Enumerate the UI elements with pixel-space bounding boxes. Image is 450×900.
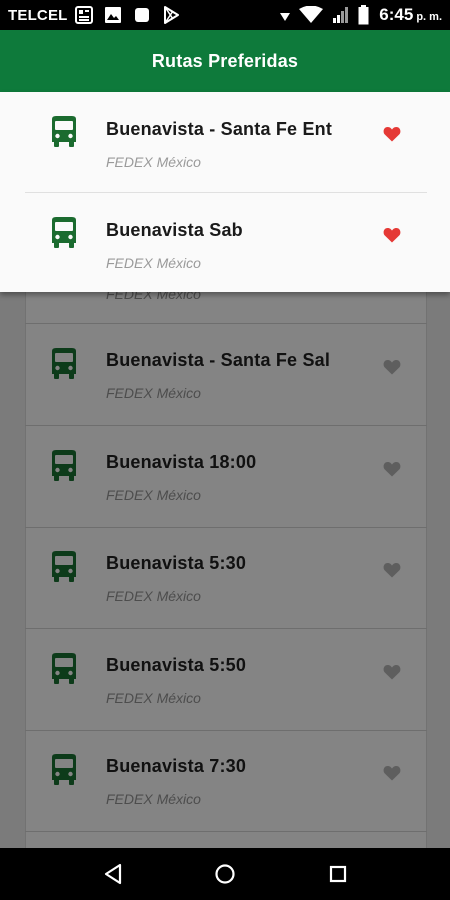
recents-icon[interactable] — [326, 862, 350, 886]
signal-icon — [331, 5, 351, 25]
favorite-route-item[interactable]: Buenavista Sab FEDEX México — [25, 193, 427, 294]
status-bar: TELCEL 6:45 p. m. — [0, 0, 450, 30]
bus-icon — [49, 652, 79, 691]
square-icon — [132, 5, 152, 25]
wifi-icon — [299, 5, 324, 25]
favorite-heart-icon[interactable] — [383, 765, 401, 786]
bus-icon — [49, 216, 79, 255]
favorite-heart-icon[interactable] — [383, 227, 401, 248]
route-title: Buenavista 5:30 — [106, 553, 247, 573]
route-company: FEDEX México — [106, 689, 201, 706]
favorite-heart-icon[interactable] — [383, 664, 401, 685]
bus-icon — [49, 449, 79, 488]
favorite-heart-icon[interactable] — [383, 562, 401, 583]
route-title: Buenavista - Santa Fe Sal — [106, 350, 331, 370]
bus-icon — [49, 115, 79, 154]
favorite-heart-icon[interactable] — [383, 461, 401, 482]
bus-icon — [49, 550, 79, 589]
route-title: Buenavista 18:00 — [106, 451, 257, 472]
dialog-title: Rutas Preferidas — [151, 50, 299, 71]
route-company: FEDEX México — [106, 154, 201, 170]
route-title: Buenavista 7:30 — [106, 756, 247, 776]
system-nav-bar — [0, 848, 450, 900]
image-icon — [103, 5, 123, 25]
route-title: Buenavista 5:50 — [106, 654, 247, 675]
bus-icon — [49, 347, 79, 386]
carrier-label: TELCEL — [8, 6, 68, 24]
route-company: FEDEX México — [106, 385, 201, 401]
route-title: Buenavista - Santa Fe Ent — [106, 119, 333, 139]
route-company: FEDEX México — [106, 791, 201, 807]
favorite-heart-icon[interactable] — [383, 359, 401, 380]
route-company: FEDEX México — [106, 486, 201, 503]
status-right-group: 6:45 p. m. — [275, 5, 442, 25]
play-store-icon — [161, 5, 181, 25]
route-list-item[interactable]: Buenavista - Santa Fe Sal FEDEX México — [25, 325, 427, 426]
route-title: Buenavista Sab — [106, 220, 243, 240]
favorites-dialog: Buenavista - Santa Fe Ent FEDEX México B… — [0, 92, 450, 292]
clock-ampm: p. m. — [416, 11, 442, 23]
route-company: FEDEX México — [106, 255, 201, 271]
route-list-item[interactable]: Buenavista 5:50 FEDEX México — [25, 630, 427, 731]
battery-icon — [357, 5, 369, 25]
alarm-icon — [275, 5, 295, 25]
route-company: FEDEX México — [106, 588, 201, 604]
clock-time: 6:45 — [379, 5, 414, 24]
news-icon — [74, 5, 94, 25]
route-list-item[interactable]: Buenavista 7:30 FEDEX México — [25, 731, 427, 832]
route-list-item[interactable]: Buenavista 18:00 FEDEX México — [25, 427, 427, 528]
route-list-item[interactable]: Buenavista 5:30 FEDEX México — [25, 528, 427, 629]
back-icon[interactable] — [101, 862, 125, 886]
favorite-route-item[interactable]: Buenavista - Santa Fe Ent FEDEX México — [25, 92, 427, 193]
bus-icon — [49, 753, 79, 792]
favorite-heart-icon[interactable] — [383, 126, 401, 147]
home-icon[interactable] — [213, 862, 237, 886]
dialog-header: Rutas Preferidas — [0, 30, 450, 92]
